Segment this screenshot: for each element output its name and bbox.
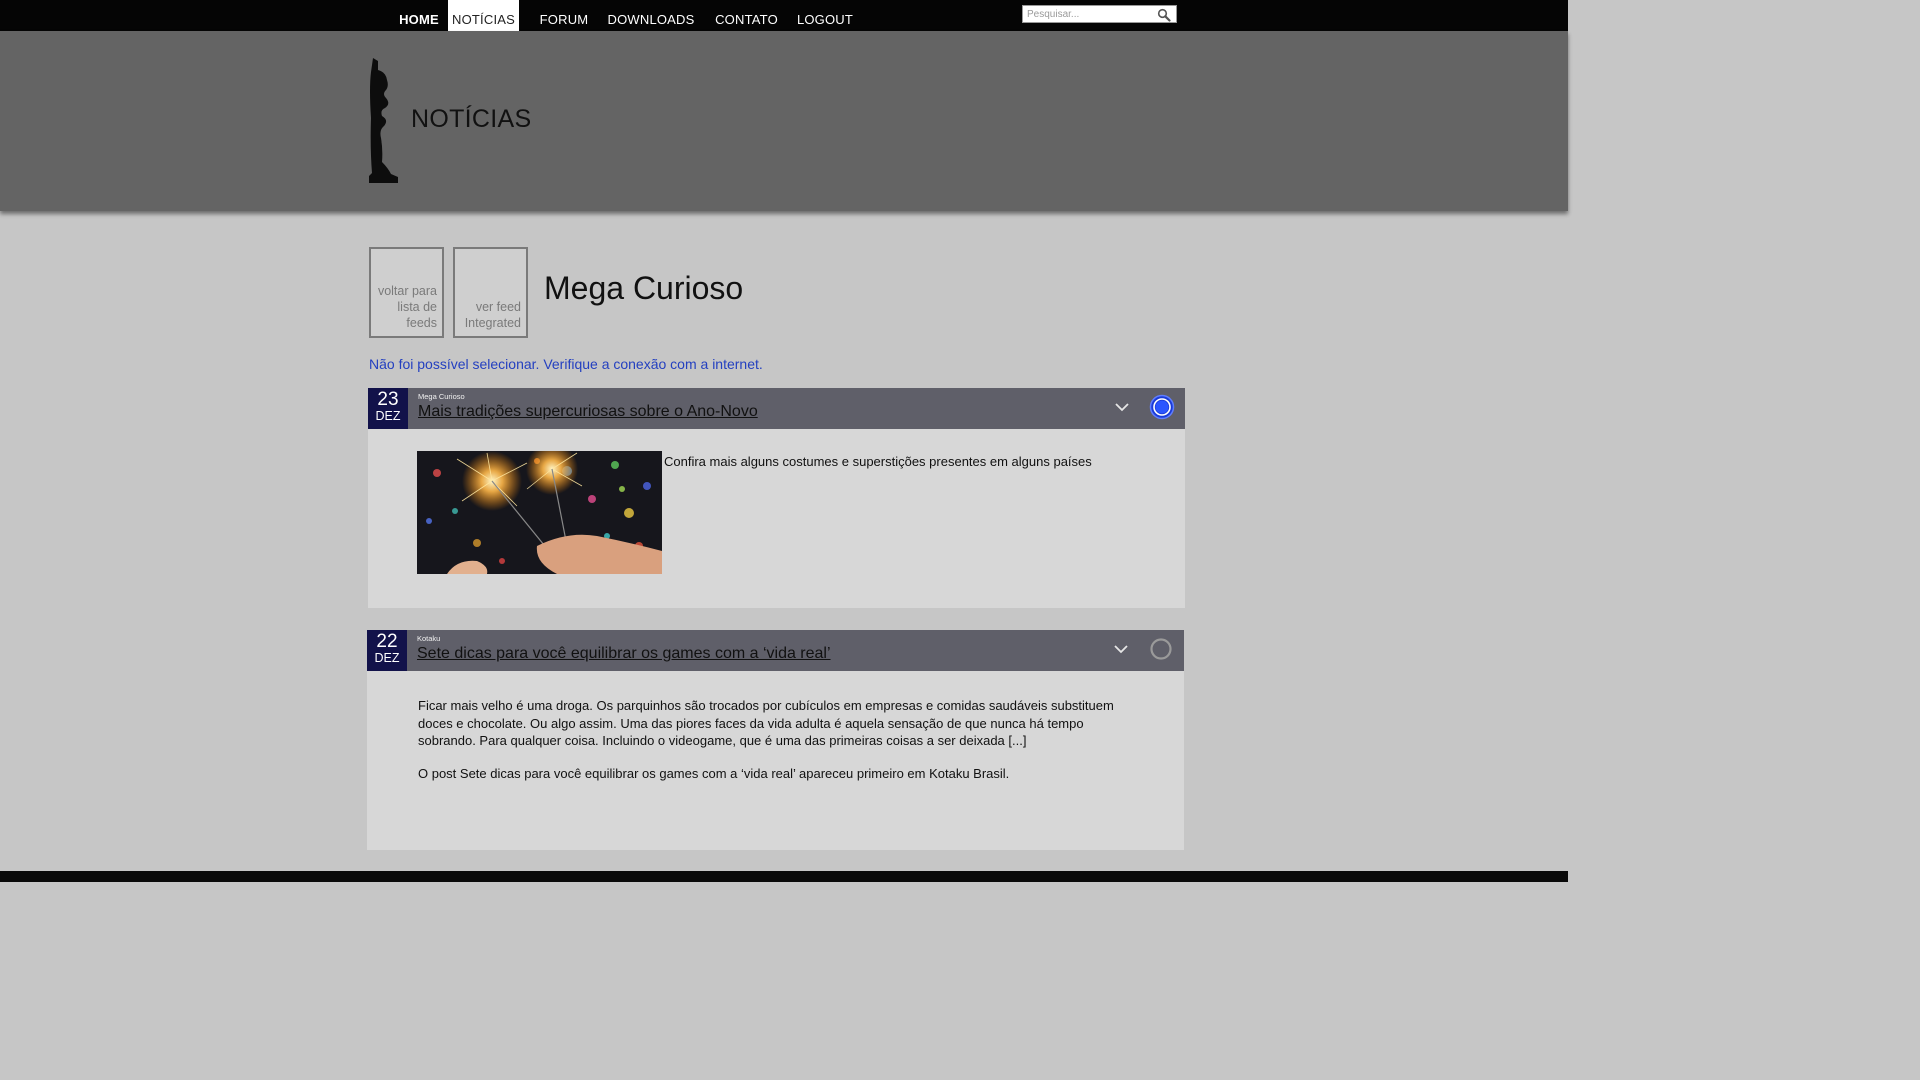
- view-integrated-feed-tile[interactable]: ver feed Integrated: [453, 247, 528, 338]
- article-card: 22 DEZ Kotaku Sete dicas para você equil…: [367, 630, 1184, 850]
- nav-downloads[interactable]: DOWNLOADS: [605, 0, 697, 31]
- date-day: 23: [377, 389, 399, 410]
- view-integrated-feed-label: ver feed Integrated: [464, 300, 521, 330]
- article-header: 23 DEZ Mega Curioso Mais tradições super…: [368, 388, 1185, 429]
- feed-title: Mega Curioso: [544, 270, 744, 306]
- nav-contato[interactable]: CONTATO: [712, 0, 781, 31]
- search-box: [1022, 5, 1177, 23]
- date-month: DEZ: [375, 409, 401, 423]
- article-thumbnail-image: [417, 451, 662, 574]
- search-input[interactable]: [1027, 6, 1155, 22]
- nav-home[interactable]: HOME: [393, 0, 445, 31]
- nav-logout[interactable]: LOGOUT: [794, 0, 856, 31]
- page-title: NOTÍCIAS: [411, 105, 532, 133]
- read-toggle-radio[interactable]: [1149, 394, 1175, 420]
- bottom-bar: [0, 871, 1568, 882]
- date-badge: 23 DEZ: [368, 388, 408, 429]
- chess-king-logo-icon: [369, 58, 398, 183]
- date-month: DEZ: [374, 651, 400, 665]
- article-source: Kotaku: [417, 634, 441, 643]
- article-card: 23 DEZ Mega Curioso Mais tradições super…: [368, 388, 1185, 608]
- chevron-down-icon[interactable]: [1115, 402, 1129, 412]
- article-summary: Ficar mais velho é uma droga. Os parquin…: [418, 698, 1114, 748]
- top-nav-bar: HOME NOTÍCIAS FORUM DOWNLOADS CONTATO LO…: [0, 0, 1568, 31]
- date-badge: 22 DEZ: [367, 630, 407, 671]
- back-to-feeds-tile[interactable]: voltar para lista de feeds: [369, 247, 444, 338]
- connection-error-message: Não foi possível selecionar. Verifique a…: [369, 356, 763, 372]
- chevron-down-icon[interactable]: [1114, 644, 1128, 654]
- nav-forum[interactable]: FORUM: [536, 0, 592, 31]
- nav-noticias[interactable]: NOTÍCIAS: [448, 0, 519, 31]
- article-footer-note: O post Sete dicas para você equilibrar o…: [418, 766, 1010, 781]
- article-summary: Confira mais alguns costumes e superstiç…: [664, 454, 1092, 469]
- back-to-feeds-label: voltar para lista de feeds: [377, 284, 437, 330]
- date-day: 22: [376, 631, 398, 652]
- article-source: Mega Curioso: [418, 392, 465, 401]
- article-header: 22 DEZ Kotaku Sete dicas para você equil…: [367, 630, 1184, 671]
- article-title-link[interactable]: Mais tradições supercuriosas sobre o Ano…: [418, 403, 758, 421]
- article-title-link[interactable]: Sete dicas para você equilibrar os games…: [417, 645, 831, 663]
- read-toggle-radio[interactable]: [1148, 636, 1174, 662]
- magnifier-icon[interactable]: [1157, 8, 1171, 22]
- page-banner: NOTÍCIAS: [0, 31, 1568, 211]
